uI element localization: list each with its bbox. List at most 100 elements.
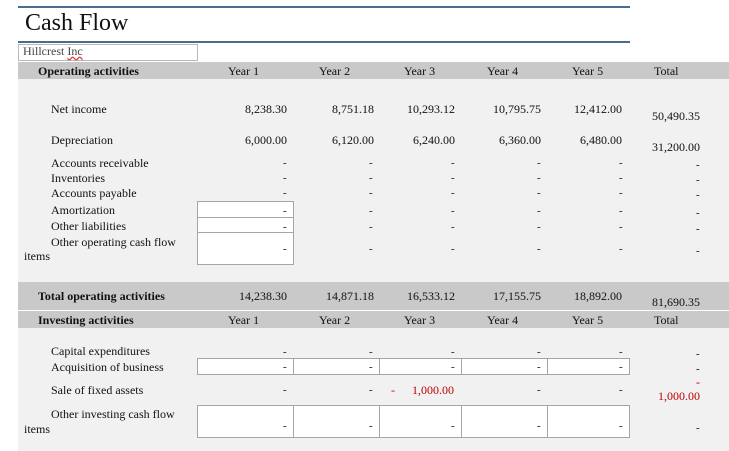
sale-total-value: 1,000.00 bbox=[658, 389, 700, 403]
op-row5-total-cell: - bbox=[696, 207, 700, 219]
inv-row0-y2-cell: - bbox=[369, 346, 373, 358]
op-row5-y5-cell: - bbox=[619, 205, 623, 217]
op-row5-y3-cell: - bbox=[451, 205, 455, 217]
row-label-other-liabilities: Other liabilities bbox=[51, 219, 126, 233]
op-year-3: Year 3 bbox=[404, 64, 436, 78]
op-row5-y2-cell: - bbox=[369, 205, 373, 217]
op-row4-y5-cell: - bbox=[619, 187, 623, 199]
inv-row0-y4-cell: - bbox=[537, 346, 541, 358]
total-op-y4: 17,155.75 bbox=[493, 289, 541, 303]
inv-row2-y5-cell: - bbox=[619, 384, 623, 396]
acq-y4-input[interactable] bbox=[461, 358, 548, 375]
row-label-accounts-receivable: Accounts receivable bbox=[51, 156, 149, 170]
other-operating-year1-input[interactable] bbox=[197, 232, 294, 265]
inv-row2-y1-cell: - bbox=[283, 384, 287, 396]
acq-y1-input[interactable] bbox=[197, 358, 294, 375]
other-inv-y1-input[interactable] bbox=[197, 405, 294, 438]
op-row2-y5-cell: - bbox=[619, 157, 623, 169]
op-row2-y1-cell: - bbox=[283, 157, 287, 169]
op-row6-y4-cell: - bbox=[537, 221, 541, 233]
op-row4-y2-cell: - bbox=[369, 187, 373, 199]
op-row6-y5-cell: - bbox=[619, 221, 623, 233]
inv-row3-y1-cell: - bbox=[283, 420, 287, 432]
inv-row1-y4-cell: - bbox=[537, 361, 541, 373]
depreciation-total: 31,200.00 bbox=[652, 140, 700, 154]
acq-y5-input[interactable] bbox=[547, 358, 630, 375]
op-year-4: Year 4 bbox=[487, 64, 519, 78]
inv-row1-total-cell: - bbox=[696, 363, 700, 375]
op-row7-y3-cell: - bbox=[451, 243, 455, 255]
net-income-total: 50,490.35 bbox=[652, 109, 700, 123]
net-income-y5: 12,412.00 bbox=[574, 102, 622, 116]
amortization-year1-input[interactable] bbox=[197, 201, 294, 218]
sale-y3-value: 1,000.00 bbox=[412, 383, 454, 397]
op-row4-y4-cell: - bbox=[537, 187, 541, 199]
inv-row1-y1-cell: - bbox=[283, 361, 287, 373]
op-row2-y2-cell: - bbox=[369, 157, 373, 169]
row-label-other-investing: Other investing cash flow bbox=[51, 407, 175, 421]
investing-header: Investing activities bbox=[38, 313, 134, 327]
op-row7-y4-cell: - bbox=[537, 243, 541, 255]
op-row5-y1-cell: - bbox=[283, 205, 287, 217]
acq-y2-input[interactable] bbox=[293, 358, 380, 375]
op-row6-y2-cell: - bbox=[369, 221, 373, 233]
row-label-capex: Capital expenditures bbox=[51, 344, 150, 358]
inv-year-4: Year 4 bbox=[487, 313, 519, 327]
depreciation-y4: 6,360.00 bbox=[499, 133, 541, 147]
other-liabilities-year1-input[interactable] bbox=[197, 217, 294, 233]
inv-row0-y5-cell: - bbox=[619, 346, 623, 358]
row-label-inventories: Inventories bbox=[51, 171, 105, 185]
title-top-rule bbox=[18, 6, 630, 8]
acq-y3-input[interactable] bbox=[379, 358, 462, 375]
row-label-net-income: Net income bbox=[51, 102, 107, 116]
op-row3-y1-cell: - bbox=[283, 172, 287, 184]
inv-row3-y2-cell: - bbox=[369, 420, 373, 432]
op-year-1: Year 1 bbox=[228, 64, 260, 78]
op-row6-total-cell: - bbox=[696, 223, 700, 235]
op-row2-y4-cell: - bbox=[537, 157, 541, 169]
inv-row2-y2-cell: - bbox=[369, 384, 373, 396]
inv-year-3: Year 3 bbox=[404, 313, 436, 327]
op-row7-total-cell: - bbox=[696, 245, 700, 257]
inv-total-header: Total bbox=[654, 313, 679, 327]
inv-row3-y3-cell: - bbox=[451, 420, 455, 432]
inv-row1-y2-cell: - bbox=[369, 361, 373, 373]
op-row3-y5-cell: - bbox=[619, 172, 623, 184]
op-row2-total-cell: - bbox=[696, 159, 700, 171]
other-inv-y5-input[interactable] bbox=[547, 405, 630, 438]
sheet-title: Cash Flow bbox=[25, 10, 129, 36]
inv-row0-total-cell: - bbox=[696, 348, 700, 360]
row-label-other-operating-cont: items bbox=[24, 249, 50, 263]
op-row3-y2-cell: - bbox=[369, 172, 373, 184]
total-op-y2: 14,871.18 bbox=[326, 289, 374, 303]
op-row3-y3-cell: - bbox=[451, 172, 455, 184]
row-label-amortization: Amortization bbox=[51, 203, 115, 217]
inv-row3-total-cell: - bbox=[696, 422, 700, 434]
op-row4-total-cell: - bbox=[696, 189, 700, 201]
inv-year-2: Year 2 bbox=[319, 313, 351, 327]
total-op-y5: 18,892.00 bbox=[574, 289, 622, 303]
total-op-y1: 14,238.30 bbox=[239, 289, 287, 303]
company-name-suffix: Inc bbox=[67, 44, 83, 58]
other-inv-y2-input[interactable] bbox=[293, 405, 380, 438]
row-label-other-investing-cont: items bbox=[24, 422, 50, 436]
depreciation-y1: 6,000.00 bbox=[245, 133, 287, 147]
operating-header: Operating activities bbox=[38, 64, 139, 78]
inv-year-5: Year 5 bbox=[572, 313, 604, 327]
row-label-sale-fixed-assets: Sale of fixed assets bbox=[51, 383, 144, 397]
row-label-depreciation: Depreciation bbox=[51, 133, 113, 147]
company-name: Hillcrest Inc bbox=[23, 44, 83, 59]
inv-row3-y4-cell: - bbox=[537, 420, 541, 432]
other-inv-y3-input[interactable] bbox=[379, 405, 462, 438]
op-row4-y3-cell: - bbox=[451, 187, 455, 199]
op-row5-y4-cell: - bbox=[537, 205, 541, 217]
op-row4-y1-cell: - bbox=[283, 187, 287, 199]
other-inv-y4-input[interactable] bbox=[461, 405, 548, 438]
depreciation-y5: 6,480.00 bbox=[580, 133, 622, 147]
op-row6-y3-cell: - bbox=[451, 221, 455, 233]
op-total-header: Total bbox=[654, 64, 679, 78]
row-label-acquisition: Acquisition of business bbox=[51, 360, 164, 374]
op-row6-y1-cell: - bbox=[283, 221, 287, 233]
net-income-y1: 8,238.30 bbox=[245, 102, 287, 116]
op-year-5: Year 5 bbox=[572, 64, 604, 78]
